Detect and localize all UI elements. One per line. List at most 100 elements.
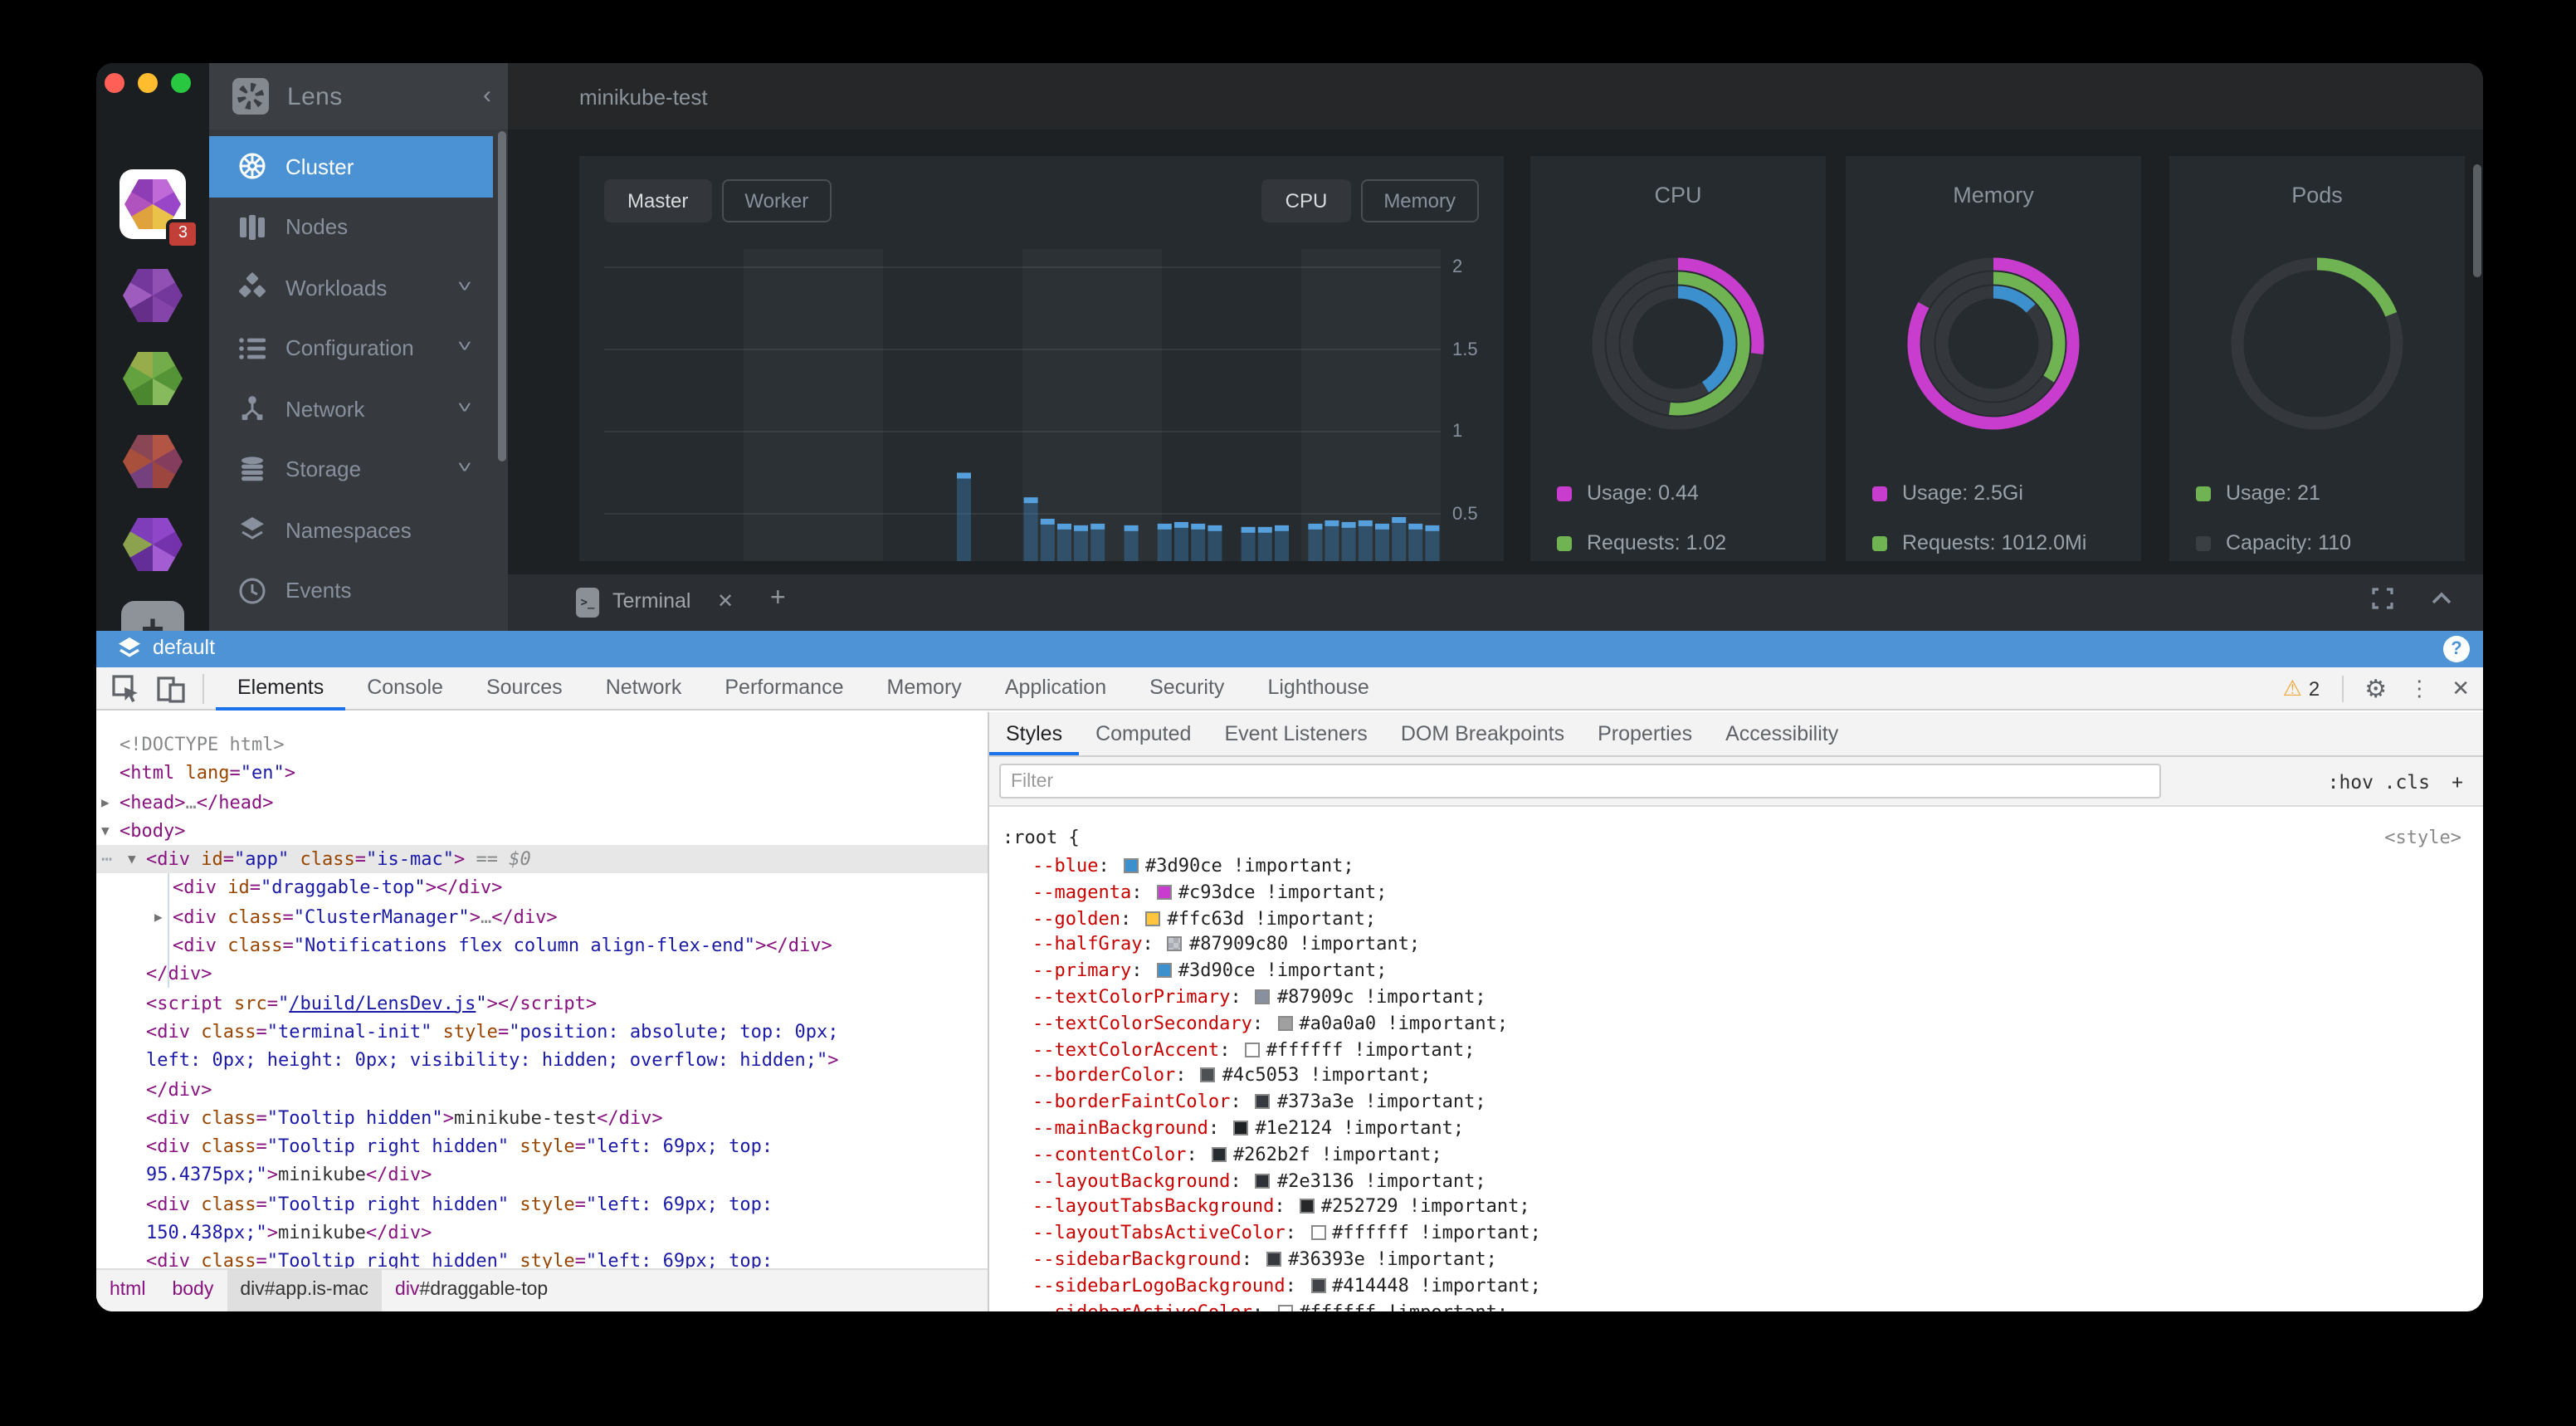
terminal-tab[interactable]: Terminal [612,589,691,613]
warnings-badge[interactable]: ⚠2 [2283,676,2320,702]
sidebar-item-network[interactable]: Network˅ [209,378,493,439]
breadcrumb-item[interactable]: body [159,1270,227,1311]
color-swatch[interactable] [1201,1068,1216,1083]
css-property[interactable]: --borderFaintColor: #373a3e !important; [989,1089,2483,1116]
devtools-tab-elements[interactable]: Elements [216,667,345,711]
sidebar-item-configuration[interactable]: Configuration˅ [209,318,493,378]
chevron-down-icon[interactable]: ˅ [457,461,472,479]
css-property[interactable]: --magenta: #c93dce !important; [989,880,2483,906]
css-property[interactable]: --textColorAccent: #ffffff !important; [989,1037,2483,1063]
devtools-tab-memory[interactable]: Memory [866,667,983,711]
devtools-tab-security[interactable]: Security [1128,667,1246,711]
devtools-tab-lighthouse[interactable]: Lighthouse [1246,667,1390,711]
more-actions-icon[interactable]: ⋯ [101,845,114,874]
dom-tree-node[interactable]: <script src="/build/LensDev.js"></script… [96,989,988,1018]
dom-tree-node[interactable]: <div class="Notifications flex column al… [96,931,988,960]
styles-tab-styles[interactable]: Styles [989,712,1079,755]
color-swatch[interactable] [1168,937,1183,952]
device-toolbar-icon[interactable] [156,674,186,704]
css-property[interactable]: --borderColor: #4c5053 !important; [989,1063,2483,1090]
dom-tree-node[interactable]: </div> [96,960,988,989]
css-property[interactable]: --layoutTabsBackground: #252729 !importa… [989,1194,2483,1221]
rule-source-link[interactable]: <style> [2384,823,2461,853]
toggle-classes-button[interactable]: .cls [2384,770,2430,794]
devtools-tab-application[interactable]: Application [983,667,1128,711]
node-toggle-worker[interactable]: Worker [721,179,832,222]
minimize-window-button[interactable] [138,73,158,93]
dom-tree-node[interactable]: <!DOCTYPE html> [96,730,988,759]
inspect-element-icon[interactable] [111,674,141,704]
color-swatch[interactable] [1212,1147,1227,1162]
css-property[interactable]: --contentColor: #262b2f !important; [989,1142,2483,1169]
styles-filter-input[interactable] [999,764,2161,798]
cluster-rail-item[interactable]: 3 [120,169,186,239]
breadcrumb-item[interactable]: html [96,1270,159,1311]
dom-tree-node[interactable]: 95.4375px;">minikube</div> [96,1161,988,1190]
chevron-down-icon[interactable]: ˅ [457,279,472,297]
dom-tree-node[interactable]: <div id="draggable-top"></div> [96,874,988,903]
terminal-close-icon[interactable]: ✕ [717,589,734,613]
devtools-tab-console[interactable]: Console [345,667,465,711]
cluster-rail-item[interactable] [123,435,183,488]
terminal-add-icon[interactable]: + [770,584,786,614]
expand-arrow-icon[interactable]: ▼ [128,845,136,874]
dom-tree-node[interactable]: ▼<body> [96,817,988,846]
color-swatch[interactable] [1157,885,1172,900]
dom-tree-node[interactable]: <div class="Tooltip right hidden" style=… [96,1132,988,1161]
dom-tree-node[interactable]: </div> [96,1075,988,1104]
new-style-rule-button[interactable]: + [2452,770,2463,794]
dom-tree-node[interactable]: 150.438px;">minikube</div> [96,1218,988,1248]
breadcrumb-item[interactable]: div#app.is-mac [227,1270,382,1311]
dom-tree-node[interactable]: <div class="Tooltip right hidden" style=… [96,1190,988,1219]
collapse-arrow-icon[interactable]: ▶ [154,903,163,932]
more-options-icon[interactable]: ⋮ [2408,676,2430,702]
css-property[interactable]: --sidebarBackground: #36393e !important; [989,1247,2483,1273]
namespace-label[interactable]: default [153,636,215,659]
color-swatch[interactable] [1245,1042,1260,1057]
color-swatch[interactable] [1256,1173,1271,1188]
devtools-tab-performance[interactable]: Performance [703,667,865,711]
content-scrollbar[interactable] [2473,164,2481,277]
color-swatch[interactable] [1124,858,1139,873]
collapse-arrow-icon[interactable]: ▶ [101,788,110,817]
sidebar-item-storage[interactable]: Storage˅ [209,439,493,500]
devtools-tab-network[interactable]: Network [584,667,704,711]
chevron-down-icon[interactable]: ˅ [457,339,472,358]
cluster-rail-item[interactable] [123,269,183,322]
dom-tree-node[interactable]: <div class="Tooltip hidden">minikube-tes… [96,1104,988,1133]
styles-tab-accessibility[interactable]: Accessibility [1709,712,1855,755]
sidebar-item-nodes[interactable]: Nodes [209,197,493,257]
collapse-dock-icon[interactable] [2430,591,2453,606]
sidebar-item-cluster[interactable]: Cluster [209,136,493,197]
dom-tree-node[interactable]: ▶<head>…</head> [96,788,988,817]
sidebar-item-workloads[interactable]: Workloads˅ [209,257,493,318]
color-swatch[interactable] [1145,911,1160,925]
color-swatch[interactable] [1256,989,1271,1004]
tab-minikube-test[interactable]: minikube-test [579,85,708,110]
color-swatch[interactable] [1310,1225,1325,1240]
rule-selector[interactable]: :root { [1003,827,1080,848]
cluster-rail-item[interactable] [123,518,183,571]
expand-dock-icon[interactable] [2372,588,2393,609]
dom-tree-node[interactable]: left: 0px; height: 0px; visibility: hidd… [96,1047,988,1076]
help-icon[interactable]: ? [2443,636,2470,662]
css-property[interactable]: --golden: #ffc63d !important; [989,906,2483,932]
node-toggle-master[interactable]: Master [604,179,711,222]
sidebar-item-namespaces[interactable]: Namespaces [209,500,493,560]
styles-tab-event-listeners[interactable]: Event Listeners [1208,712,1383,755]
breadcrumb-item[interactable]: div#draggable-top [382,1270,561,1311]
color-swatch[interactable] [1157,963,1172,978]
dom-tree-node[interactable]: ▼⋯<div id="app" class="is-mac"> == $0 [96,845,988,874]
devtools-tab-sources[interactable]: Sources [465,667,584,711]
metric-toggle-cpu[interactable]: CPU [1262,179,1351,222]
css-property[interactable]: --layoutBackground: #2e3136 !important; [989,1168,2483,1194]
css-property[interactable]: --halfGray: #87909c80 !important; [989,932,2483,959]
devtools-close-icon[interactable]: ✕ [2452,676,2470,702]
css-property[interactable]: --mainBackground: #1e2124 !important; [989,1116,2483,1142]
settings-gear-icon[interactable]: ⚙ [2364,674,2387,704]
css-property[interactable]: --primary: #3d90ce !important; [989,958,2483,984]
dom-tree-node[interactable]: ▶<div class="ClusterManager">…</div> [96,903,988,932]
color-swatch[interactable] [1256,1094,1271,1109]
sidebar-scrollbar[interactable] [498,131,506,461]
dom-tree-node[interactable]: <html lang="en"> [96,759,988,789]
